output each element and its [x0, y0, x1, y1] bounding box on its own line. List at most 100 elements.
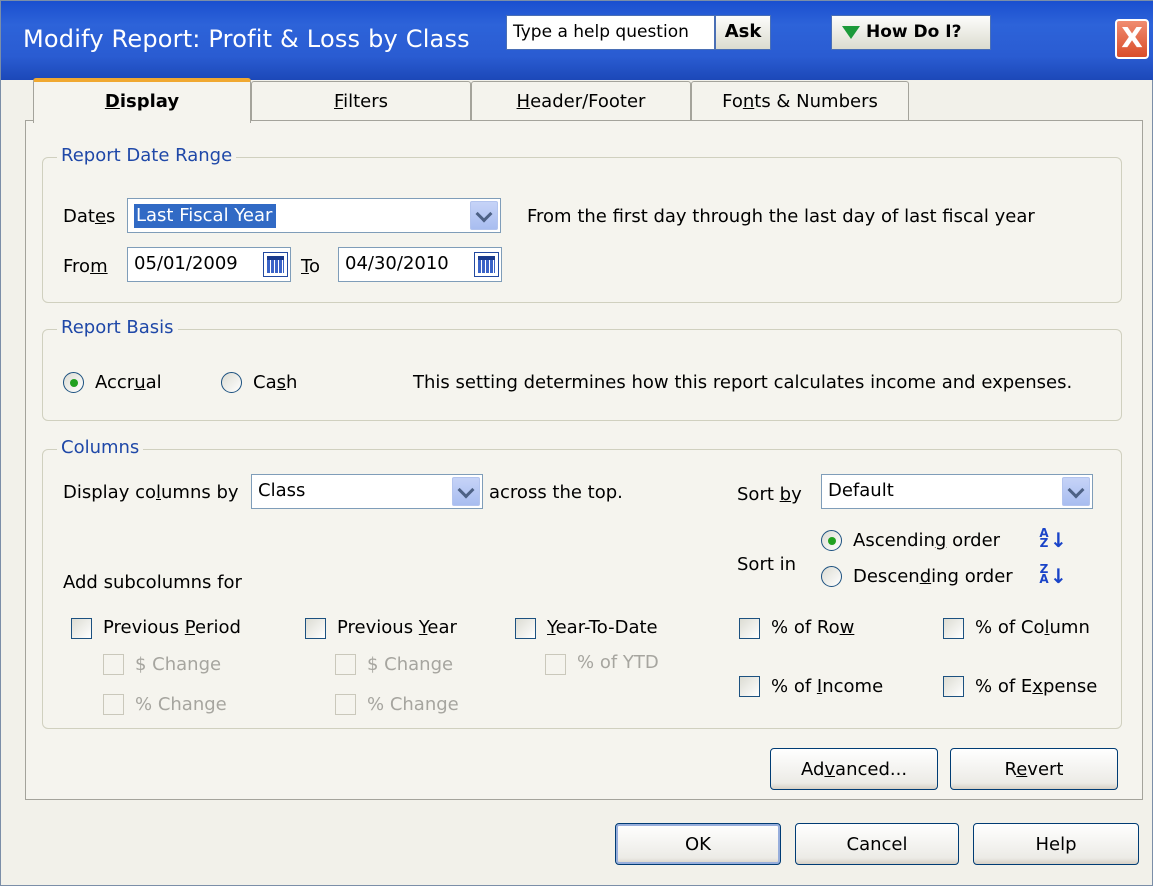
- tab-header-footer-label-post: eader/Footer: [530, 91, 646, 112]
- previous-year-pct-change-checkbox[interactable]: [335, 694, 356, 715]
- pct-of-ytd-checkbox[interactable]: [545, 654, 566, 675]
- title-bar: Modify Report: Profit & Loss by Class Ty…: [1, 1, 1153, 80]
- ascending-order-label[interactable]: Ascending order: [853, 530, 1000, 551]
- help-button[interactable]: Help: [973, 823, 1139, 865]
- pct-of-row-checkbox[interactable]: [739, 618, 760, 639]
- tab-filters[interactable]: Filters: [251, 81, 471, 122]
- sort-by-pre: Sort: [737, 484, 780, 505]
- pct-of-income-checkbox[interactable]: [739, 676, 760, 697]
- descending-post: ing order: [931, 566, 1013, 587]
- cash-label-pre: Ca: [253, 372, 277, 393]
- chevron-down-icon[interactable]: [470, 201, 498, 230]
- previous-period-label[interactable]: Previous Period: [103, 617, 241, 638]
- report-date-range-legend: Report Date Range: [57, 145, 237, 166]
- ytd-post: ear-To-Date: [555, 617, 658, 638]
- pct-of-column-checkbox[interactable]: [943, 618, 964, 639]
- pct-income-post: ncome: [822, 676, 884, 697]
- previous-year-checkbox[interactable]: [305, 618, 326, 639]
- descending-order-label[interactable]: Descending order: [853, 566, 1013, 587]
- pct-of-row-label[interactable]: % of Row: [771, 617, 854, 638]
- descending-u: d: [919, 566, 932, 587]
- previous-period-pct-change-checkbox[interactable]: [103, 694, 124, 715]
- sort-descending-glyph: ZA: [1039, 562, 1049, 586]
- prev-period-pre: Previous: [103, 617, 185, 638]
- accrual-label[interactable]: Accrual: [95, 372, 162, 393]
- ok-button[interactable]: OK: [615, 823, 781, 865]
- report-basis-legend: Report Basis: [57, 317, 178, 338]
- revert-button[interactable]: Revert: [950, 748, 1118, 790]
- pct-expense-pre: % of E: [975, 676, 1033, 697]
- chevron-down-icon[interactable]: [1062, 477, 1090, 506]
- help-question-input[interactable]: Type a help question: [506, 15, 715, 50]
- previous-period-checkbox[interactable]: [71, 618, 92, 639]
- tab-fonts-numbers-label-post: ts & Numbers: [754, 91, 878, 112]
- pct-expense-post: pense: [1042, 676, 1098, 697]
- cash-radio[interactable]: [221, 372, 242, 393]
- ascending-order-radio[interactable]: [821, 530, 842, 551]
- dates-label-u: e: [94, 206, 107, 227]
- cash-label[interactable]: Cash: [253, 372, 297, 393]
- tab-display[interactable]: Display: [33, 78, 251, 123]
- pct-expense-u: x: [1032, 676, 1043, 697]
- pct-row-u: w: [839, 617, 855, 638]
- pct-of-expense-label[interactable]: % of Expense: [975, 676, 1097, 697]
- previous-period-pct-change-label: % Change: [135, 694, 227, 715]
- dates-label-post: s: [106, 206, 116, 227]
- revert-pre: R: [1004, 759, 1017, 780]
- descending-pre: Descen: [853, 566, 920, 587]
- year-to-date-checkbox[interactable]: [515, 618, 536, 639]
- ytd-u: Y: [547, 617, 556, 638]
- dates-dropdown-value: Last Fiscal Year: [134, 204, 277, 228]
- to-date-field[interactable]: 04/30/2010: [338, 247, 502, 282]
- advanced-pre: Ad: [800, 759, 825, 780]
- display-by-pre: Display co: [63, 482, 156, 503]
- cancel-button[interactable]: Cancel: [795, 823, 959, 865]
- previous-period-dollar-change-checkbox[interactable]: [103, 654, 124, 675]
- pct-row-pre: % of Ro: [771, 617, 840, 638]
- pct-of-income-label[interactable]: % of Income: [771, 676, 883, 697]
- sort-by-dropdown[interactable]: Default: [821, 474, 1093, 509]
- display-columns-by-dropdown[interactable]: Class: [251, 474, 483, 509]
- year-to-date-label[interactable]: Year-To-Date: [547, 617, 658, 638]
- across-the-top-label: across the top.: [489, 482, 623, 503]
- pct-of-column-label[interactable]: % of Column: [975, 617, 1090, 638]
- pct-of-expense-checkbox[interactable]: [943, 676, 964, 697]
- report-date-range-group: Report Date Range Dates Last Fiscal Year…: [42, 145, 1122, 303]
- ascending-post: order: [946, 530, 1001, 551]
- tab-fonts-numbers[interactable]: Fonts & Numbers: [691, 81, 909, 122]
- ascending-pre: Ascendin: [853, 530, 935, 551]
- from-label: From: [63, 256, 108, 277]
- prev-period-post: eriod: [195, 617, 241, 638]
- close-icon[interactable]: X: [1115, 19, 1149, 59]
- from-date-field[interactable]: 05/01/2009: [127, 247, 291, 282]
- arrow-down-icon: ↓: [1050, 528, 1067, 552]
- display-tab-panel: Report Date Range Dates Last Fiscal Year…: [25, 120, 1143, 800]
- descending-order-radio[interactable]: [821, 566, 842, 587]
- tab-filters-label-u: F: [334, 91, 344, 112]
- ask-button[interactable]: Ask: [715, 15, 771, 50]
- sort-by-post: y: [791, 484, 802, 505]
- advanced-u: v: [824, 759, 836, 780]
- display-columns-by-label: Display columns by: [63, 482, 239, 503]
- display-columns-by-value: Class: [258, 480, 306, 501]
- columns-group: Columns Display columns by Class across …: [42, 437, 1122, 729]
- how-do-i-button[interactable]: How Do I?: [831, 15, 991, 50]
- previous-year-label[interactable]: Previous Year: [337, 617, 457, 638]
- calendar-icon[interactable]: [263, 252, 288, 277]
- tab-display-label-u: D: [104, 91, 120, 112]
- advanced-button[interactable]: Advanced...: [770, 748, 938, 790]
- calendar-icon[interactable]: [474, 252, 499, 277]
- ascending-u: g: [934, 530, 947, 551]
- advanced-post: anced...: [835, 759, 908, 780]
- tab-header-footer[interactable]: Header/Footer: [471, 81, 691, 122]
- chevron-down-icon[interactable]: [452, 477, 480, 506]
- display-by-post: umns by: [161, 482, 239, 503]
- dates-label: Dates: [63, 206, 115, 227]
- cash-label-post: h: [286, 372, 298, 393]
- sort-ascending-icon: AZ ↓: [1039, 527, 1069, 552]
- basis-description: This setting determines how this report …: [413, 372, 1073, 393]
- dates-dropdown[interactable]: Last Fiscal Year: [127, 198, 501, 233]
- accrual-radio[interactable]: [63, 372, 84, 393]
- previous-year-dollar-change-checkbox[interactable]: [335, 654, 356, 675]
- previous-year-pct-change-label: % Change: [367, 694, 459, 715]
